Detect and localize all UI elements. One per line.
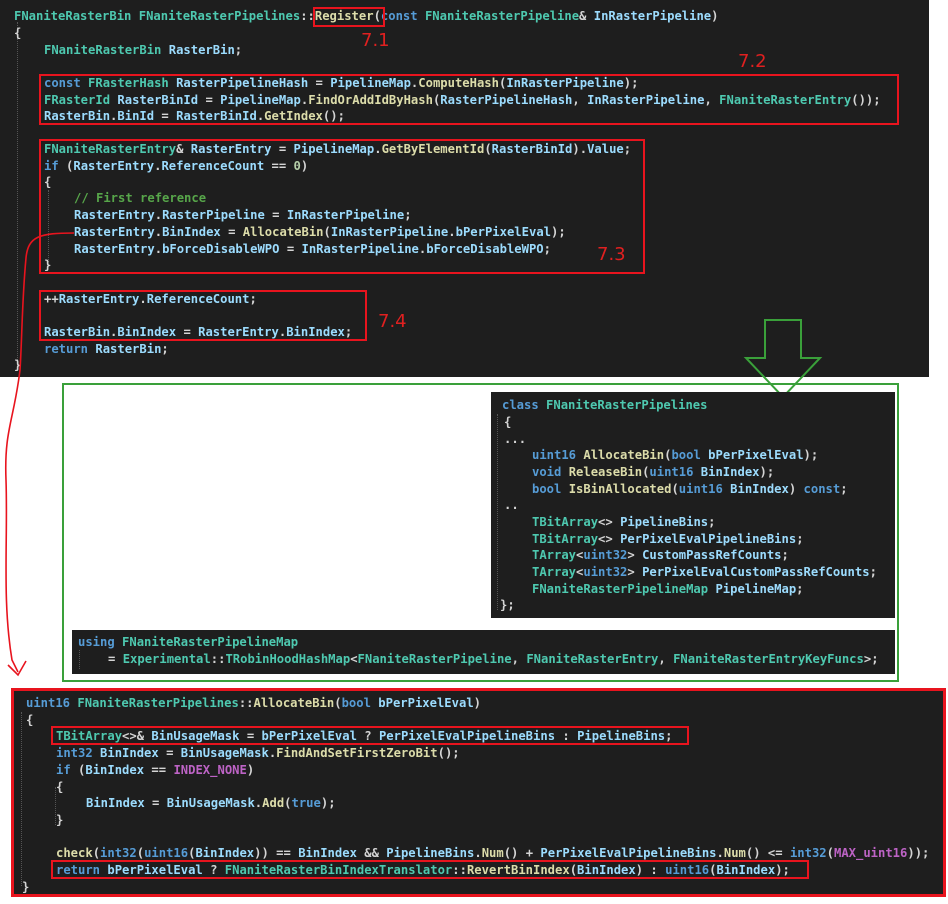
panel-class-line: FNaniteRasterPipelineMap PipelineMap; — [532, 582, 804, 596]
panel-allocate-line: } — [56, 813, 64, 827]
panel-using-line: = Experimental::TRobinHoodHashMap<FNanit… — [108, 652, 879, 666]
panel-class-line: TBitArray<> PipelineBins; — [532, 515, 716, 529]
panel-class-line: TArray<uint32> CustomPassRefCounts; — [532, 548, 789, 562]
panel-allocate-line: if (BinIndex == INDEX_NONE) — [56, 763, 255, 777]
panel-using-line: using FNaniteRasterPipelineMap — [78, 635, 299, 649]
panel-class-line: ... — [504, 432, 527, 446]
panel-class-line: void ReleaseBin(uint16 BinIndex); — [532, 465, 775, 479]
highlight-binusagemask — [51, 726, 689, 745]
panel-class-line: uint16 AllocateBin(bool bPerPixelEval); — [532, 448, 819, 462]
panel-class-line: TArray<uint32> PerPixelEvalCustomPassRef… — [532, 565, 877, 579]
panel-class-line: .. — [504, 498, 519, 512]
panel-class-line: TBitArray<> PerPixelEvalPipelineBins; — [532, 532, 804, 546]
highlight-return-line — [51, 860, 809, 879]
panel-class-line: bool IsBinAllocated(uint16 BinIndex) con… — [532, 482, 848, 496]
panel-allocate-line: BinIndex = BinUsageMask.Add(true); — [86, 796, 336, 810]
panel-class-line: }; — [500, 598, 515, 612]
panel-class-line: { — [504, 415, 512, 429]
panel-allocate-line: { — [26, 713, 34, 727]
panel-allocate-line: int32 BinIndex = BinUsageMask.FindAndSet… — [56, 746, 460, 760]
panel-allocate-line: } — [22, 880, 30, 894]
panel-class-line: class FNaniteRasterPipelines — [502, 398, 708, 412]
panel-allocate-line: { — [56, 780, 64, 794]
panel-allocate-line: uint16 FNaniteRasterPipelines::AllocateB… — [26, 696, 481, 710]
panel-allocate-line: check(int32(uint16(BinIndex)) == BinInde… — [56, 846, 930, 860]
